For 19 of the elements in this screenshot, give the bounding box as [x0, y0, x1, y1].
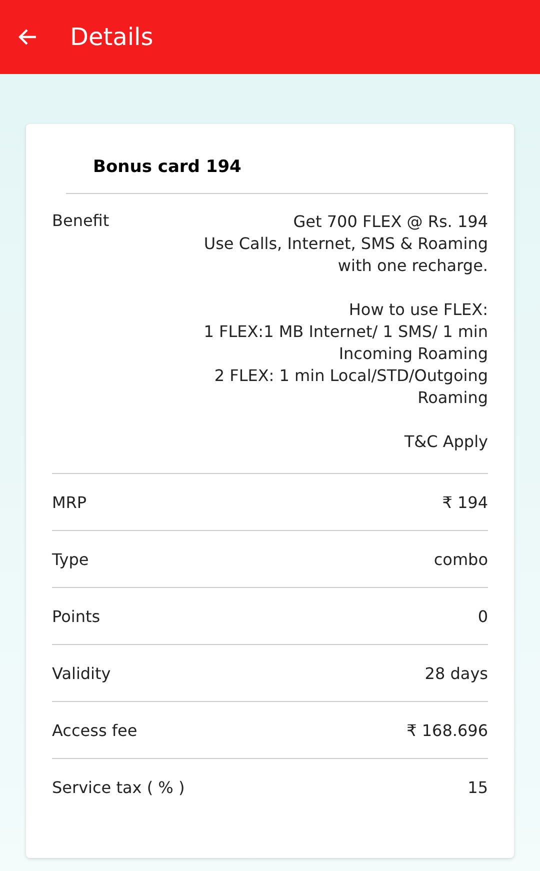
benefit-text: T&C Apply [403, 431, 488, 453]
row-label: MRP [52, 492, 87, 512]
back-arrow-icon[interactable] [18, 27, 38, 47]
row-value: 0 [478, 606, 488, 626]
row-label: Type [52, 550, 89, 568]
card-title: Bonus card 194 [66, 124, 488, 194]
row-label: Access fee [52, 720, 138, 740]
row-label: Validity [52, 664, 111, 682]
row-value: combo [434, 550, 488, 568]
row-label: Points [52, 606, 100, 626]
row-label: Benefit [52, 211, 110, 230]
row-label: Service tax ( % ) [52, 778, 185, 796]
row-value: ₹ 168.696 [406, 720, 488, 740]
screen-title: Details [70, 23, 154, 51]
row-value: ₹ 194 [442, 492, 488, 512]
benefit-text: How to use FLEX: 1 FLEX:1 MB Internet/ 1 SMS/ 1 min Incoming Roaming 2 FLEX: 1 min Local/STD/Outgoing Roaming [204, 299, 488, 409]
benefit-text: Get 700 FLEX @ Rs. 194 Use Calls, Internet, SMS & Roaming with one recharge. [204, 211, 488, 277]
row-value: 15 [468, 778, 488, 796]
row-value: 28 days [424, 664, 488, 682]
